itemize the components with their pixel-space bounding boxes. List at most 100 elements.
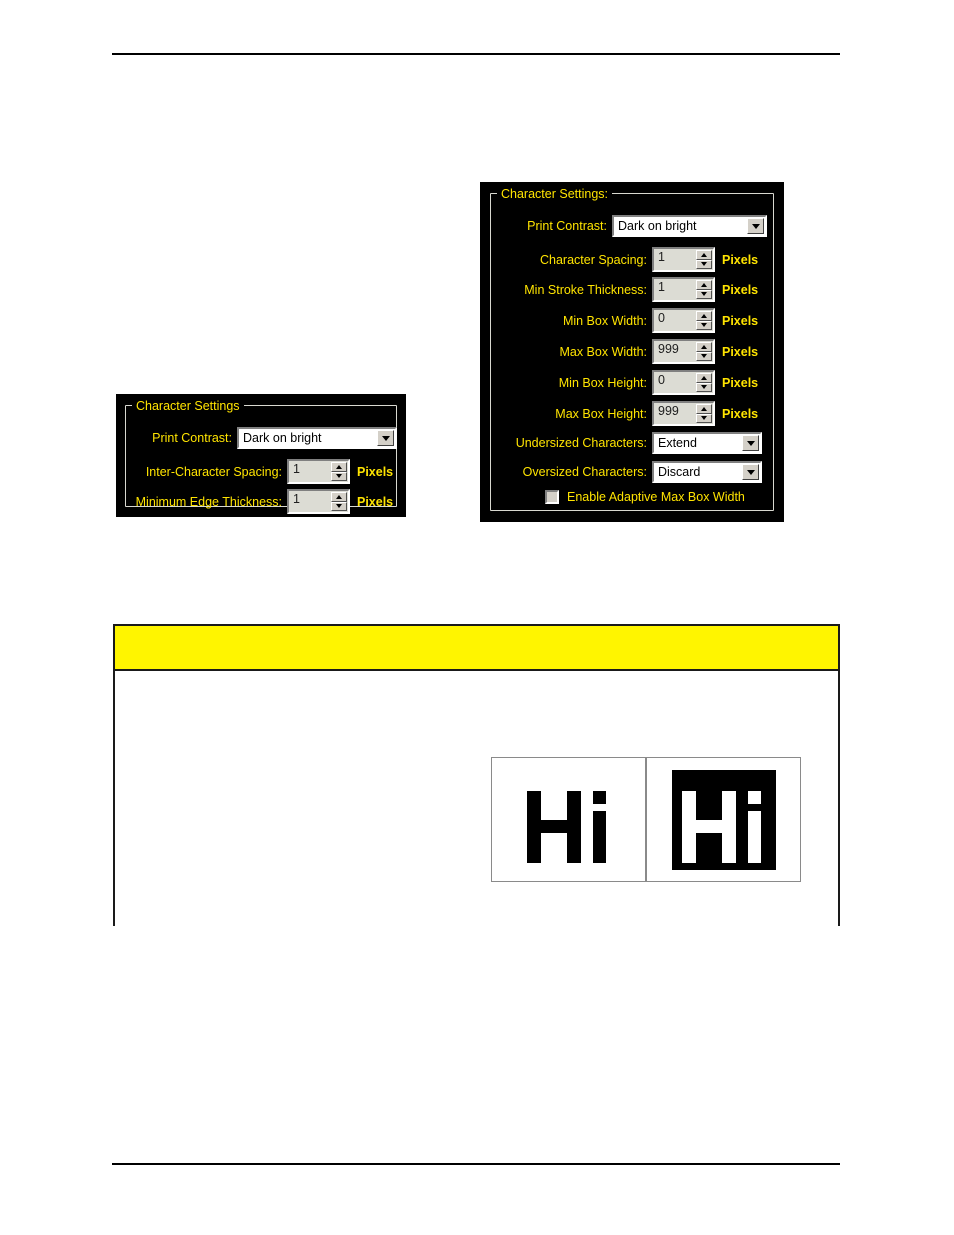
min-stroke-thickness-stepper[interactable]: 1 — [652, 277, 715, 302]
enable-adaptive-max-box-width-label: Enable Adaptive Max Box Width — [567, 490, 745, 504]
field-label-inter-character-spacing: Inter-Character Spacing: — [145, 464, 282, 479]
spinner-up-button[interactable] — [696, 250, 712, 260]
spinner-down-button[interactable] — [696, 382, 712, 392]
groupbox-title: Character Settings — [132, 400, 244, 413]
print-contrast-value: Dark on bright — [239, 429, 376, 447]
spinner-up-button[interactable] — [331, 492, 347, 502]
spinner-up-button[interactable] — [696, 280, 712, 290]
enable-adaptive-max-box-width-checkbox[interactable] — [545, 490, 559, 504]
chevron-down-icon[interactable] — [377, 430, 394, 446]
character-spacing-value[interactable]: 1 — [654, 249, 696, 270]
enable-adaptive-max-box-width-row[interactable]: Enable Adaptive Max Box Width — [545, 490, 745, 504]
spinner-down-button[interactable] — [696, 413, 712, 423]
example-image-dark-on-bright — [491, 757, 646, 882]
field-label-character-spacing: Character Spacing: — [539, 252, 647, 267]
unit-label-min-box-width: Pixels — [722, 313, 759, 328]
unit-label-character-spacing: Pixels — [722, 252, 759, 267]
undersized-characters-dropdown[interactable]: Extend — [652, 432, 762, 454]
field-row-print-contrast: Print Contrast: Dark on bright — [130, 427, 400, 449]
example-image-pair — [491, 757, 801, 882]
field-label-max-box-height: Max Box Height: — [555, 406, 647, 421]
footer-rule — [112, 1163, 840, 1165]
field-label-min-box-height: Min Box Height: — [558, 375, 647, 390]
field-row-min-box-width: Min Box Width: 0 Pixels — [495, 308, 785, 333]
content-table — [113, 624, 840, 926]
character-spacing-stepper[interactable]: 1 — [652, 247, 715, 272]
unit-label-minimum-edge-thickness: Pixels — [357, 494, 394, 509]
unit-label-min-stroke-thickness: Pixels — [722, 282, 759, 297]
unit-label-inter-character-spacing: Pixels — [357, 464, 394, 479]
max-box-width-stepper[interactable]: 999 — [652, 339, 715, 364]
field-row-min-box-height: Min Box Height: 0 Pixels — [495, 370, 785, 395]
hi-glyph-backdrop — [671, 769, 776, 870]
spinner-up-button[interactable] — [696, 311, 712, 321]
field-row-inter-character-spacing: Inter-Character Spacing: 1 Pixels — [130, 459, 410, 484]
max-box-height-value[interactable]: 999 — [654, 403, 696, 424]
min-box-width-stepper[interactable]: 0 — [652, 308, 715, 333]
chevron-down-icon[interactable] — [742, 435, 759, 451]
field-label-print-contrast: Print Contrast: — [527, 219, 607, 233]
print-contrast-dropdown[interactable]: Dark on bright — [612, 215, 767, 237]
field-label-min-box-width: Min Box Width: — [562, 313, 647, 328]
table-banner-row — [115, 626, 838, 671]
unit-label-min-box-height: Pixels — [722, 375, 759, 390]
spinner-down-button[interactable] — [696, 289, 712, 299]
minimum-edge-thickness-stepper[interactable]: 1 — [287, 489, 350, 514]
field-label-oversized-characters: Oversized Characters: — [522, 465, 647, 479]
field-label-max-box-width: Max Box Width: — [559, 344, 647, 359]
field-label-min-stroke-thickness: Min Stroke Thickness: — [524, 282, 647, 297]
field-label-print-contrast: Print Contrast: — [152, 431, 232, 445]
spinner-arrows-icon[interactable] — [696, 373, 712, 392]
min-box-height-stepper[interactable]: 0 — [652, 370, 715, 395]
spinner-up-button[interactable] — [696, 373, 712, 383]
field-row-max-box-height: Max Box Height: 999 Pixels — [495, 401, 785, 426]
example-image-bright-on-dark — [646, 757, 801, 882]
minimum-edge-thickness-value[interactable]: 1 — [289, 491, 331, 512]
character-settings-dialog-extended: Character Settings: Print Contrast: Dark… — [481, 183, 783, 521]
min-box-width-value[interactable]: 0 — [654, 310, 696, 331]
print-contrast-value: Dark on bright — [614, 217, 746, 235]
spinner-arrows-icon[interactable] — [696, 280, 712, 299]
chevron-down-icon[interactable] — [747, 218, 764, 234]
character-settings-dialog-basic: Character Settings Print Contrast: Dark … — [117, 395, 405, 516]
spinner-arrows-icon[interactable] — [696, 404, 712, 423]
spinner-down-button[interactable] — [696, 320, 712, 330]
spinner-arrows-icon[interactable] — [331, 492, 347, 511]
min-box-height-value[interactable]: 0 — [654, 372, 696, 393]
max-box-width-value[interactable]: 999 — [654, 341, 696, 362]
undersized-characters-value: Extend — [654, 434, 741, 452]
spinner-arrows-icon[interactable] — [331, 462, 347, 481]
oversized-characters-value: Discard — [654, 463, 741, 481]
min-stroke-thickness-value[interactable]: 1 — [654, 279, 696, 300]
spinner-arrows-icon[interactable] — [696, 250, 712, 269]
spinner-up-button[interactable] — [331, 462, 347, 472]
print-contrast-dropdown[interactable]: Dark on bright — [237, 427, 397, 449]
field-row-max-box-width: Max Box Width: 999 Pixels — [495, 339, 785, 364]
spinner-arrows-icon[interactable] — [696, 311, 712, 330]
unit-label-max-box-height: Pixels — [722, 406, 759, 421]
inter-character-spacing-stepper[interactable]: 1 — [287, 459, 350, 484]
groupbox-title: Character Settings: — [497, 188, 612, 201]
spinner-up-button[interactable] — [696, 404, 712, 414]
field-row-undersized-characters: Undersized Characters: Extend — [495, 432, 785, 454]
hi-glyph-bright-on-dark — [678, 777, 770, 863]
spinner-down-button[interactable] — [331, 501, 347, 511]
spinner-arrows-icon[interactable] — [696, 342, 712, 361]
field-row-min-stroke-thickness: Min Stroke Thickness: 1 Pixels — [495, 277, 785, 302]
field-row-minimum-edge-thickness: Minimum Edge Thickness: 1 Pixels — [130, 489, 410, 514]
field-row-print-contrast: Print Contrast: Dark on bright — [495, 215, 773, 237]
spinner-up-button[interactable] — [696, 342, 712, 352]
header-rule — [112, 53, 840, 55]
table-body-row — [115, 671, 838, 926]
inter-character-spacing-value[interactable]: 1 — [289, 461, 331, 482]
field-row-character-spacing: Character Spacing: 1 Pixels — [495, 247, 785, 272]
unit-label-max-box-width: Pixels — [722, 344, 759, 359]
field-label-minimum-edge-thickness: Minimum Edge Thickness: — [135, 494, 282, 509]
spinner-down-button[interactable] — [331, 471, 347, 481]
spinner-down-button[interactable] — [696, 351, 712, 361]
field-row-oversized-characters: Oversized Characters: Discard — [495, 461, 785, 483]
oversized-characters-dropdown[interactable]: Discard — [652, 461, 762, 483]
chevron-down-icon[interactable] — [742, 464, 759, 480]
max-box-height-stepper[interactable]: 999 — [652, 401, 715, 426]
spinner-down-button[interactable] — [696, 259, 712, 269]
